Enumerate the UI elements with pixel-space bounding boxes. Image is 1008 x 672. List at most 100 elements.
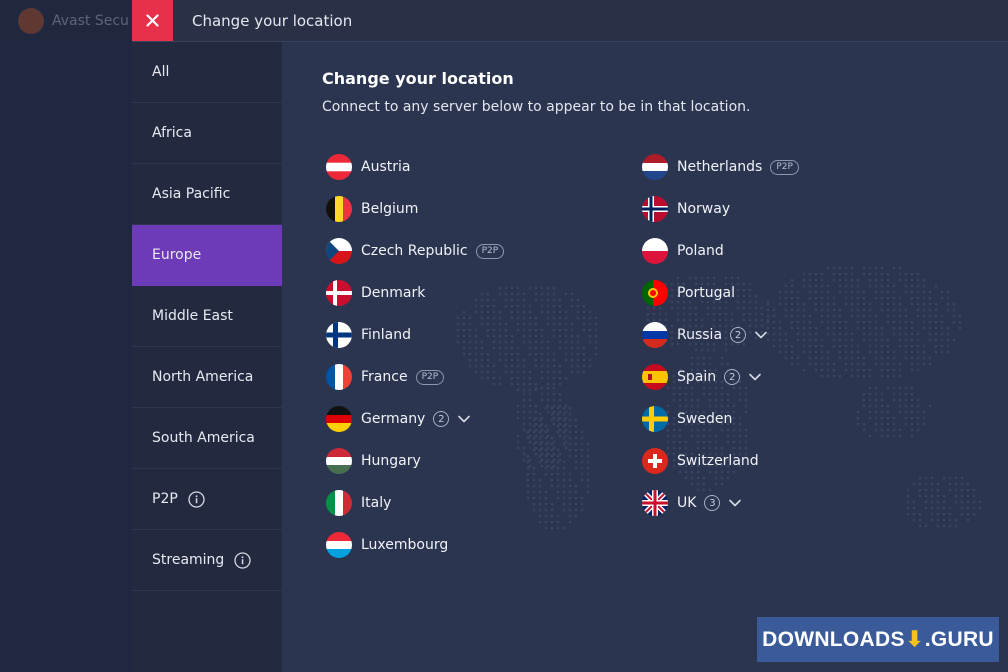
hungary-flag-icon [326,448,352,474]
germany-flag-icon [326,406,352,432]
titlebar: Change your location [132,0,1008,42]
location-germany[interactable]: Germany 2 [326,398,626,440]
content-subtitle: Connect to any server below to appear to… [322,99,751,115]
location-name: Portugal [677,285,735,301]
uk-flag-icon [642,490,668,516]
italy-flag-icon [326,490,352,516]
sidebar-item-south-america[interactable]: South America [132,408,282,469]
poland-flag-icon [642,238,668,264]
downloads-guru-watermark: DOWNLOADS ⬇ .GURU [757,617,999,662]
location-portugal[interactable]: Portugal [642,272,942,314]
location-france[interactable]: France P2P [326,356,626,398]
p2p-badge: P2P [770,159,799,175]
luxembourg-flag-icon [326,532,352,558]
location-norway[interactable]: Norway [642,188,942,230]
location-name: Switzerland [677,453,759,469]
location-russia[interactable]: Russia 2 [642,314,942,356]
location-name: UK [677,495,697,511]
location-name: Finland [361,327,412,343]
location-name: Norway [677,201,731,217]
chevron-down-icon[interactable] [748,370,762,384]
portugal-flag-icon [642,280,668,306]
location-czech-republic[interactable]: Czech Republic P2P [326,230,626,272]
sidebar-item-label: North America [152,369,254,385]
info-icon[interactable] [188,490,205,508]
chevron-down-icon[interactable] [457,412,471,426]
austria-flag-icon [326,154,352,180]
switzerland-flag-icon [642,448,668,474]
russia-flag-icon [642,322,668,348]
watermark-text-right: .GURU [924,627,994,651]
p2p-badge: P2P [475,243,505,259]
sidebar-item-label: South America [152,430,255,446]
locations-column-left: Austria Belgium Czech Republic P2P Denmark Fi… [326,146,626,566]
location-netherlands[interactable]: Netherlands P2P [642,146,942,188]
sidebar-item-africa[interactable]: Africa [132,103,282,164]
sidebar-item-label: All [152,64,170,80]
location-poland[interactable]: Poland [642,230,942,272]
sidebar-item-asia-pacific[interactable]: Asia Pacific [132,164,282,225]
location-name: Spain [677,369,717,385]
server-count-badge: 2 [433,411,450,427]
belgium-flag-icon [326,196,352,222]
change-location-window: Change your location All Africa Asia Pacif… [132,0,1008,672]
sidebar-item-north-america[interactable]: North America [132,347,282,408]
location-spain[interactable]: Spain 2 [642,356,942,398]
location-name: Sweden [677,411,733,427]
main-content: Change your location Connect to any serv… [282,42,1008,672]
sidebar-item-label: Africa [152,125,192,141]
location-hungary[interactable]: Hungary [326,440,626,482]
sidebar-item-middle-east[interactable]: Middle East [132,286,282,347]
sidebar-item-europe[interactable]: Europe [132,225,282,286]
location-denmark[interactable]: Denmark [326,272,626,314]
sidebar-item-label: Europe [152,247,202,263]
location-italy[interactable]: Italy [326,482,626,524]
chevron-down-icon[interactable] [728,496,742,510]
spain-flag-icon [642,364,668,390]
location-name: Russia [677,327,723,343]
norway-flag-icon [642,196,668,222]
window-title: Change your location [192,11,353,30]
location-finland[interactable]: Finland [326,314,626,356]
location-name: Italy [361,495,392,511]
avast-logo-icon [18,7,44,34]
location-uk[interactable]: UK 3 [642,482,942,524]
location-austria[interactable]: Austria [326,146,626,188]
location-name: Germany [361,411,426,427]
download-arrow-icon: ⬇ [905,628,924,651]
location-name: Poland [677,243,724,259]
sidebar-item-label: Asia Pacific [152,186,231,202]
background-app [0,0,132,672]
close-icon [146,14,159,27]
locations-column-right: Netherlands P2P Norway Poland Portugal Russia… [642,146,942,524]
sidebar-item-all[interactable]: All [132,42,282,103]
location-belgium[interactable]: Belgium [326,188,626,230]
location-name: France [361,369,408,385]
location-luxembourg[interactable]: Luxembourg [326,524,626,566]
location-sweden[interactable]: Sweden [642,398,942,440]
close-button[interactable] [132,0,173,41]
finland-flag-icon [326,322,352,348]
sweden-flag-icon [642,406,668,432]
sidebar-item-p2p[interactable]: P2P [132,469,282,530]
sidebar-item-label: Streaming [152,552,225,568]
location-switzerland[interactable]: Switzerland [642,440,942,482]
background-app-header: Avast Secu [0,0,132,41]
server-count-badge: 2 [730,327,747,343]
france-flag-icon [326,364,352,390]
location-name: Czech Republic [361,243,468,259]
content-title: Change your location [322,69,514,88]
background-app-title: Avast Secu [52,12,129,29]
sidebar-item-label: P2P [152,491,178,507]
sidebar-item-label: Middle East [152,308,233,324]
p2p-badge: P2P [415,369,445,385]
watermark-text-left: DOWNLOADS [762,627,905,651]
chevron-down-icon[interactable] [754,328,768,342]
czech-flag-icon [326,238,352,264]
info-icon[interactable] [234,551,251,569]
server-count-badge: 3 [704,495,721,511]
location-name: Austria [361,159,411,175]
location-name: Belgium [361,201,419,217]
netherlands-flag-icon [642,154,668,180]
sidebar-item-streaming[interactable]: Streaming [132,530,282,591]
